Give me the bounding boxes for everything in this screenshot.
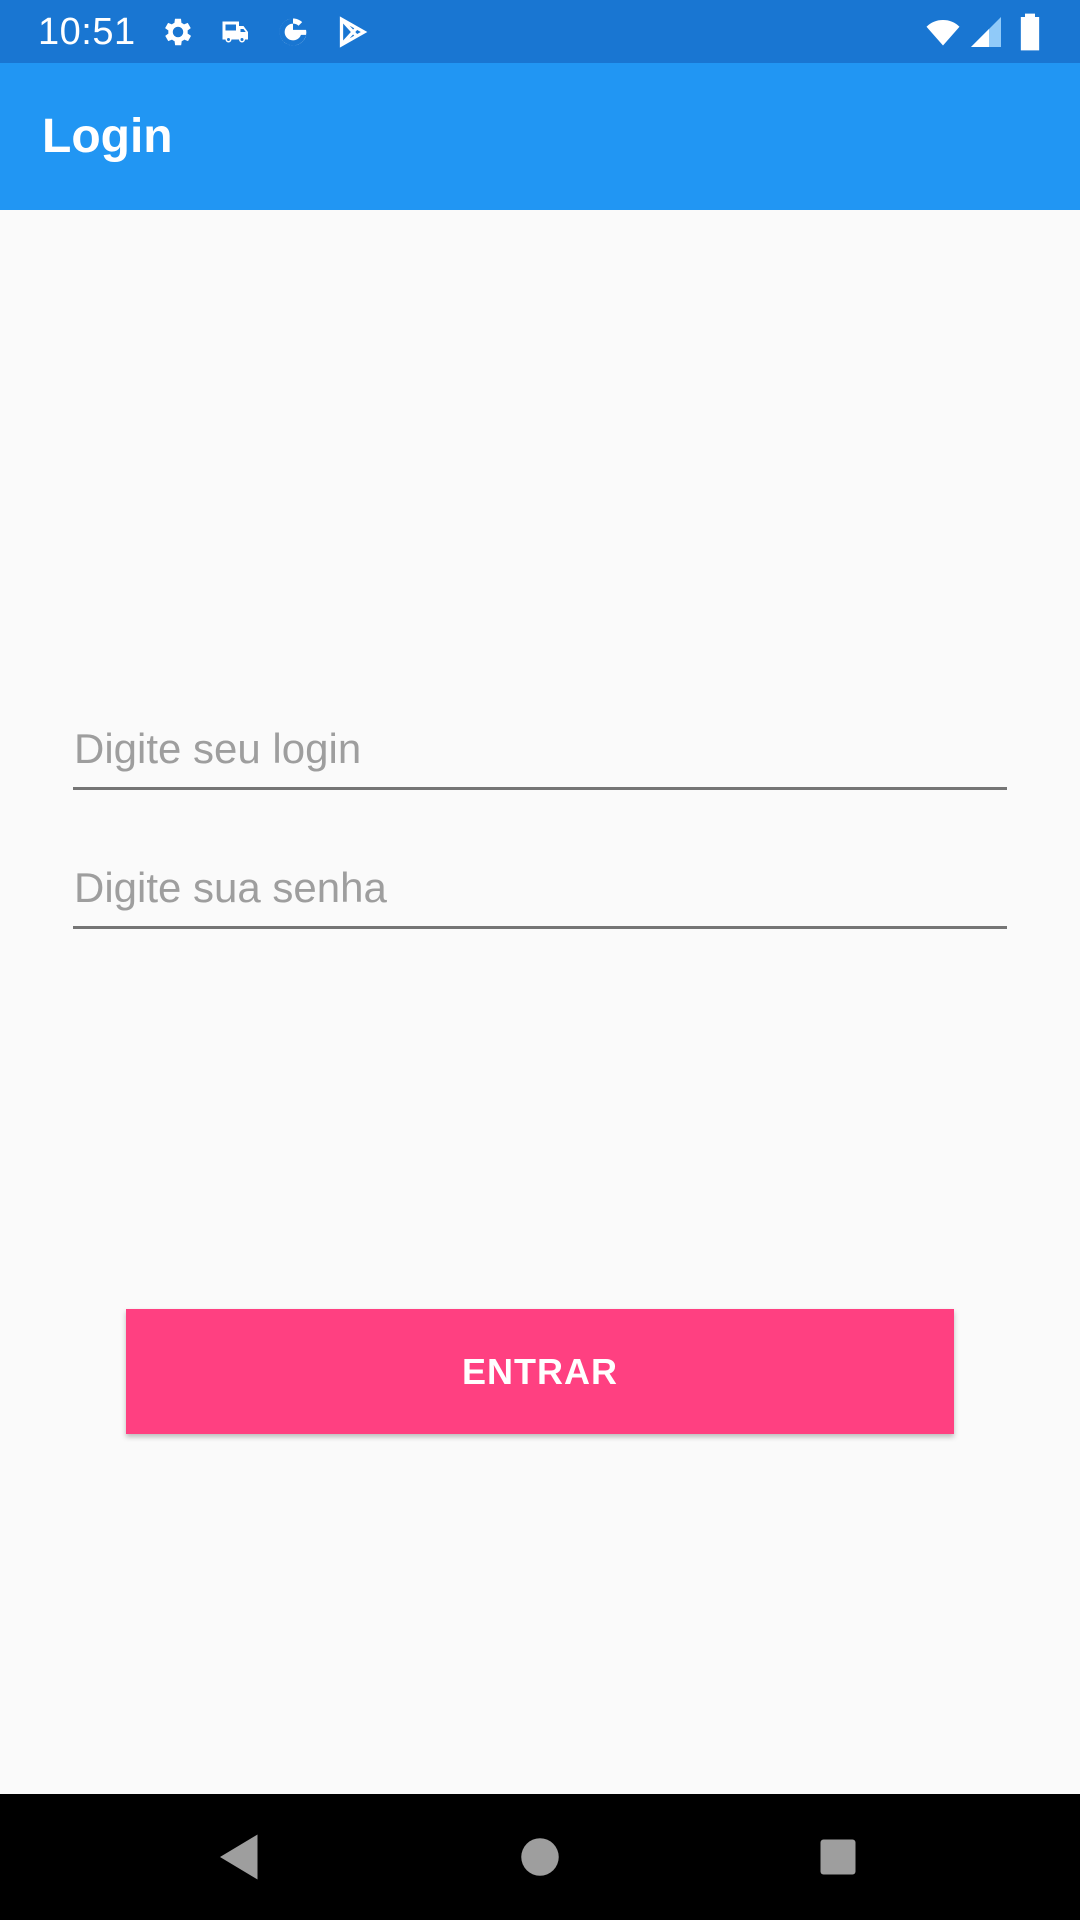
navigation-bar [0,1794,1080,1920]
status-time: 10:51 [38,11,136,53]
play-store-icon [334,14,370,50]
recents-icon[interactable] [808,1827,868,1887]
password-field [73,853,1007,929]
login-screen: 10:51 Login ENTRAR [0,0,1080,1920]
battery-icon [1018,13,1046,51]
app-bar: Login [0,63,1080,210]
password-input[interactable] [73,853,1007,923]
login-input[interactable] [73,714,1007,784]
settings-icon [160,14,196,50]
back-icon[interactable] [210,1827,270,1887]
status-bar: 10:51 [0,0,1080,63]
page-title: Login [42,110,173,163]
login-button[interactable]: ENTRAR [126,1309,954,1434]
signal-icon [968,14,1004,50]
google-icon [275,14,311,50]
car-icon [218,14,254,50]
home-icon[interactable] [510,1827,570,1887]
login-field [73,714,1007,790]
wifi-icon [922,14,964,50]
